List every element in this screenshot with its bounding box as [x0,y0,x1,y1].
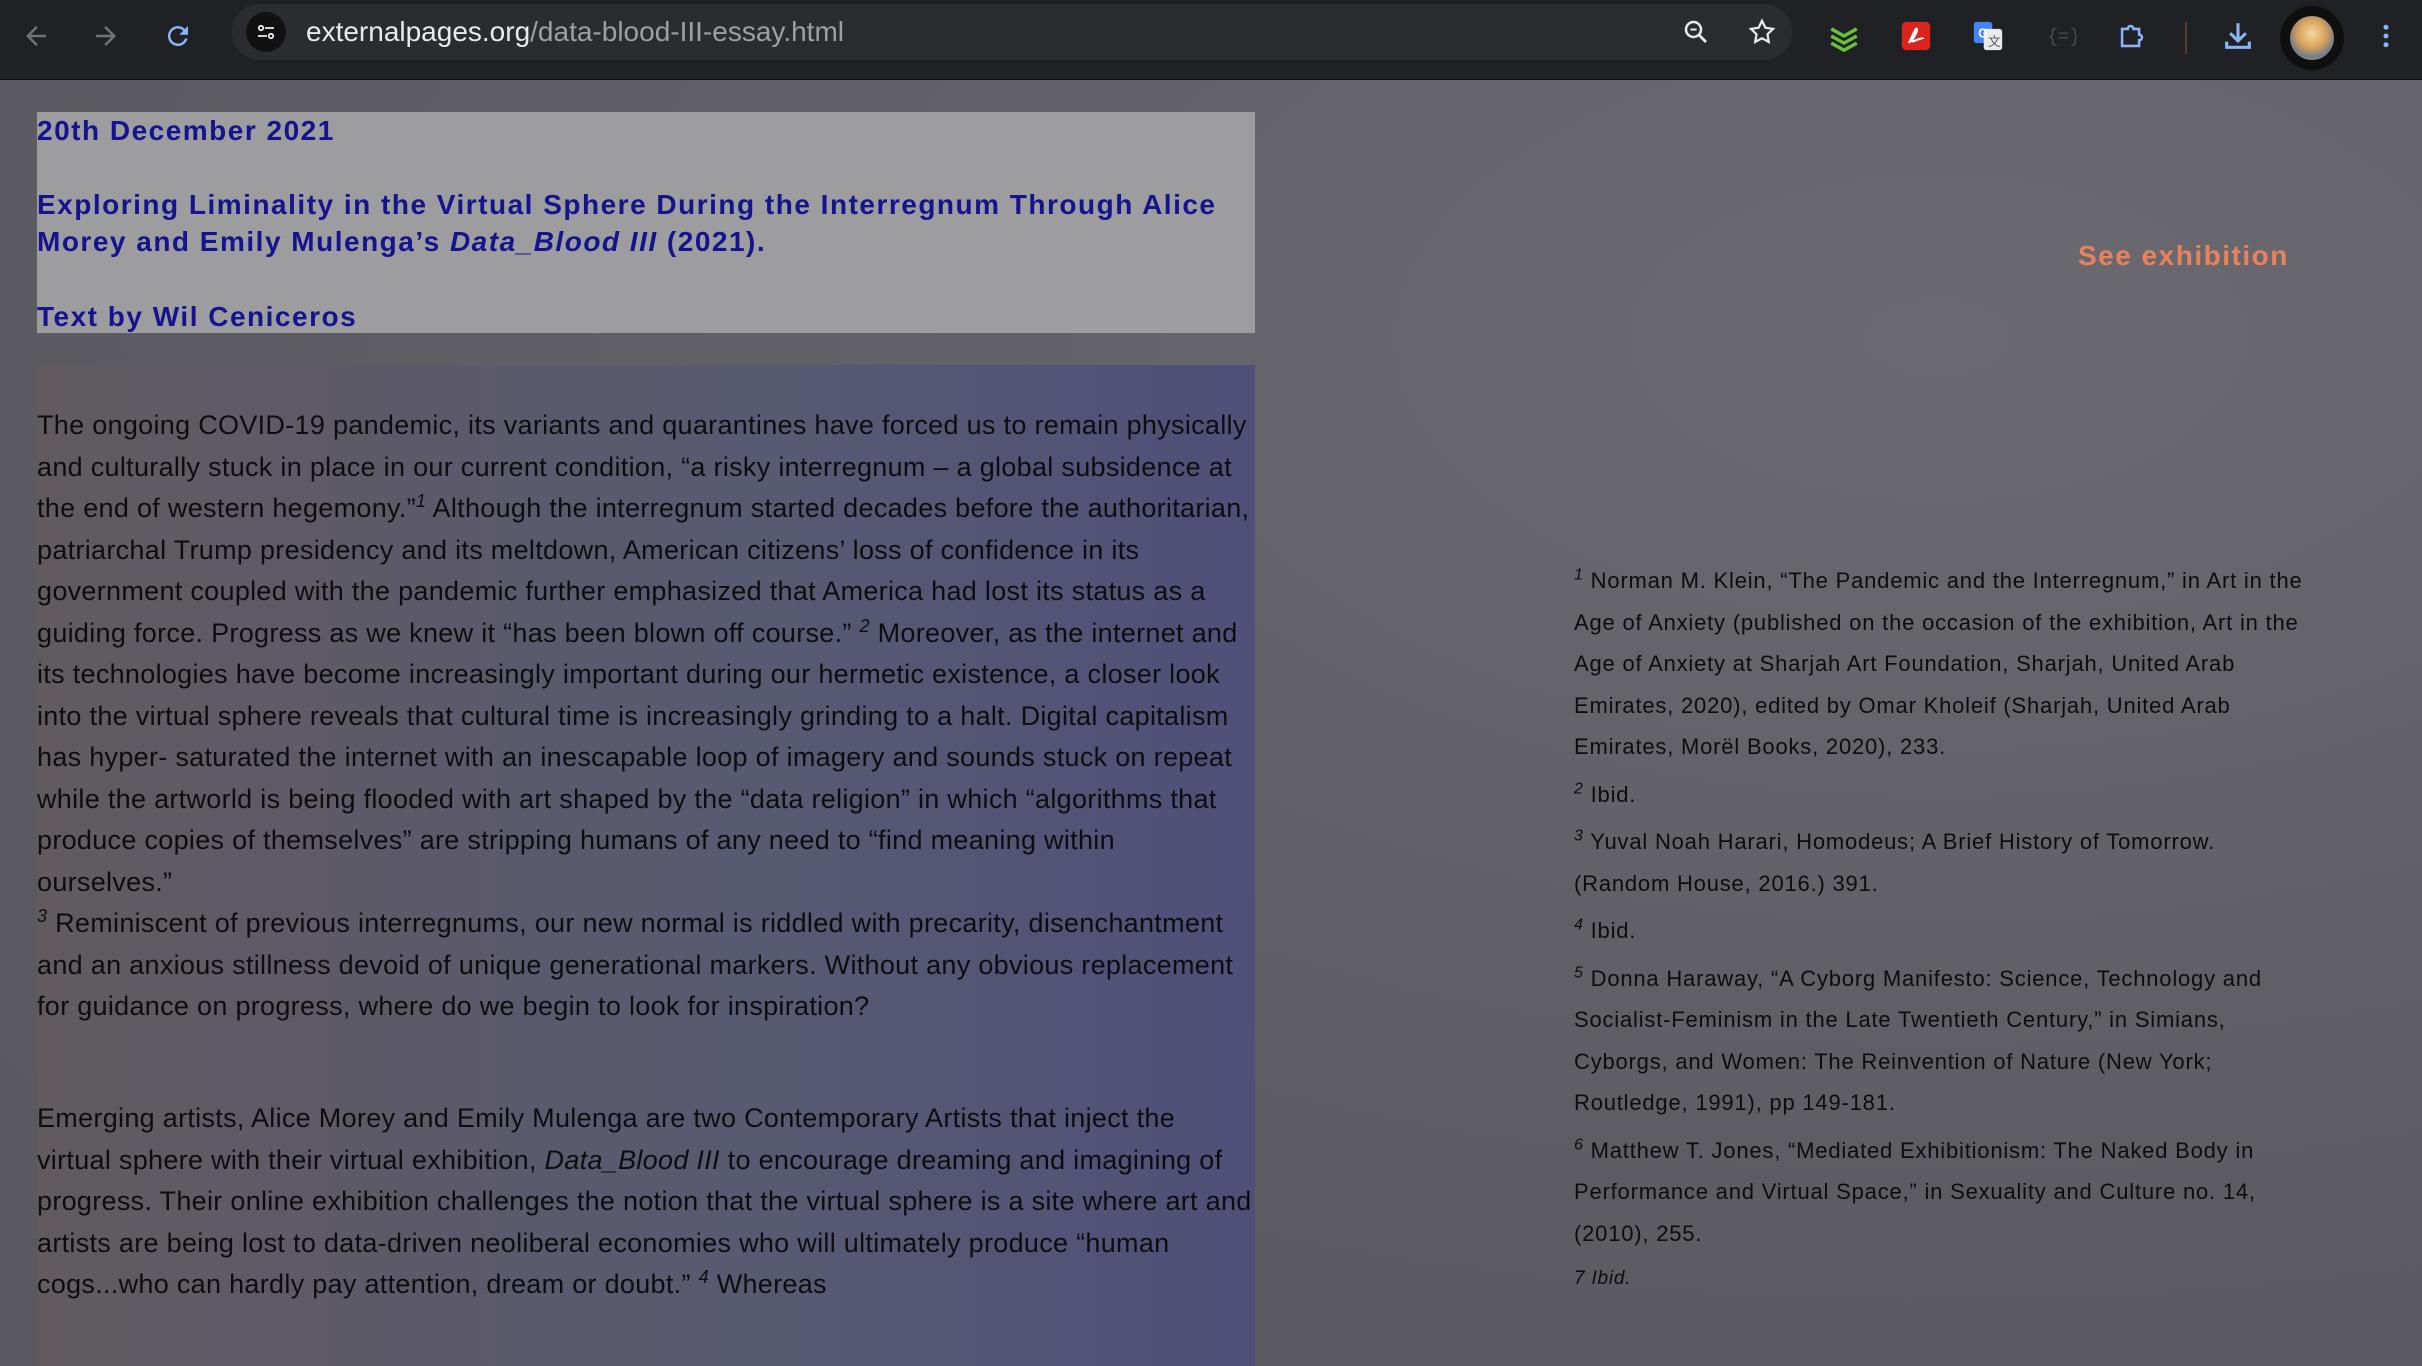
footnote-2: 2 Ibid. [1574,774,2314,816]
p2-artwork-title: Data_Blood III [544,1144,720,1175]
footnote-text: Yuval Noah Harari, Homodeus; A Brief His… [1574,829,2215,896]
url-host: externalpages.org [306,16,531,47]
footnote-number: 2 [1574,780,1584,798]
pdf-extension-icon[interactable] [1892,12,1940,60]
footnote-ref-3: 3 [37,906,48,926]
back-arrow-icon[interactable] [14,14,58,58]
footnote-ref-4: 4 [698,1267,709,1287]
footnote-5: 5 Donna Haraway, “A Cyborg Manifesto: Sc… [1574,958,2314,1124]
url-path: /data-blood-III-essay.html [530,16,844,47]
essay-header: 20th December 2021 Exploring Liminality … [37,112,1255,333]
title-text-2: (2021). [657,226,767,257]
footnote-text: Norman M. Klein, “The Pandemic and the I… [1574,568,2303,759]
footnote-1: 1 Norman M. Klein, “The Pandemic and the… [1574,560,2314,768]
footnote-number: 5 [1574,964,1584,982]
svg-text:{=}: {=} [2047,27,2077,48]
toolbar-divider [2185,22,2187,54]
footnote-4: 4 Ibid. [1574,910,2314,952]
page-content: 20th December 2021 Exploring Liminality … [0,80,2422,1366]
footnote-7: 7 Ibid. [1574,1268,1632,1289]
zoom-icon[interactable] [1676,12,1716,52]
address-bar[interactable]: externalpages.org/data-blood-III-essay.h… [232,4,1792,60]
essay-author: Text by Wil Ceniceros [37,301,358,332]
p2-text-c: Whereas [708,1269,827,1299]
forward-arrow-icon[interactable] [84,14,128,58]
see-exhibition-link[interactable]: See exhibition [2078,240,2289,272]
footnote-number: 4 [1574,916,1584,934]
p1-text-c: Moreover, as the internet and its techno… [37,617,1238,897]
footnote-ref-2: 2 [859,615,870,636]
kebab-menu-icon[interactable] [2362,12,2410,60]
avatar-image [2290,16,2334,60]
download-icon[interactable] [2214,12,2262,60]
footnote-text: Ibid. [1590,918,1637,943]
footnotes: 1 Norman M. Klein, “The Pandemic and the… [1574,560,2314,1306]
browser-toolbar: externalpages.org/data-blood-III-essay.h… [0,0,2422,80]
footnote-number: 6 [1574,1136,1584,1154]
footnote-number: 1 [1574,566,1584,584]
essay-paragraph-2: Emerging artists, Alice Morey and Emily … [37,1098,1255,1306]
footnote-6: 6 Matthew T. Jones, “Mediated Exhibition… [1574,1130,2314,1255]
footnote-text: Matthew T. Jones, “Mediated Exhibitionis… [1574,1137,2256,1246]
svg-text:G: G [1978,25,1988,40]
essay-paragraph-1: The ongoing COVID-19 pandemic, its varia… [37,405,1255,1028]
reload-icon[interactable] [156,14,200,58]
footnote-3: 3 Yuval Noah Harari, Homodeus; A Brief H… [1574,821,2314,904]
essay-title: Exploring Liminality in the Virtual Sphe… [37,186,1247,260]
title-artwork: Data_Blood III [449,226,658,257]
p1-text-d: Reminiscent of previous interregnums, ou… [37,908,1234,1021]
essay-date: 20th December 2021 [37,115,335,146]
svg-text:文: 文 [1988,34,2001,49]
profile-avatar[interactable] [2280,6,2344,70]
bookmark-star-icon[interactable] [1742,12,1782,52]
footnote-text: Donna Haraway, “A Cyborg Manifesto: Scie… [1574,965,2262,1116]
url-text[interactable]: externalpages.org/data-blood-III-essay.h… [306,4,844,60]
layers-extension-icon[interactable] [1820,12,1868,60]
puzzle-extensions-icon[interactable] [2108,12,2156,60]
essay-body[interactable]: The ongoing COVID-19 pandemic, its varia… [37,365,1255,1366]
footnote-text: Ibid. [1590,781,1637,807]
site-info-icon[interactable] [246,12,286,52]
footnote-number: 3 [1574,827,1584,845]
translate-extension-icon[interactable]: G文 [1964,12,2012,60]
code-extension-icon[interactable]: {=} [2036,12,2084,60]
footnote-ref-1: 1 [415,491,427,511]
